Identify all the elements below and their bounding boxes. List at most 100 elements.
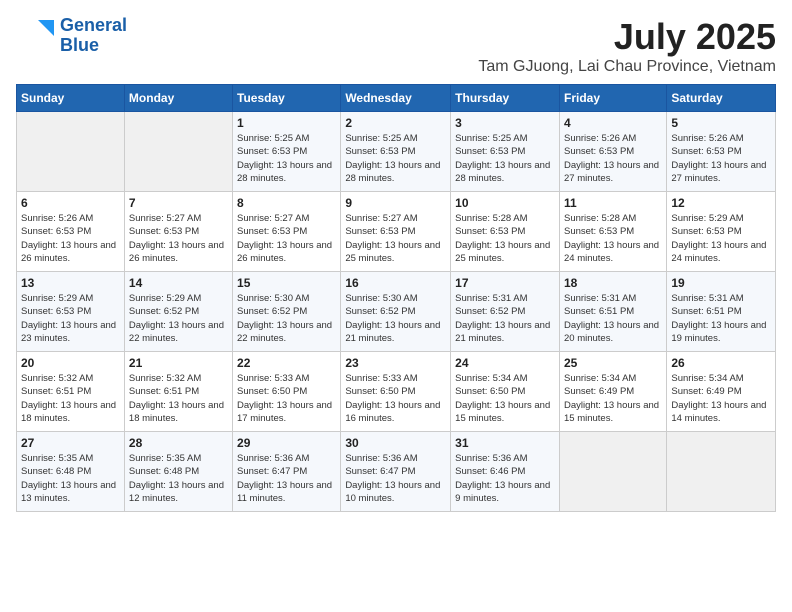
page-header: GeneralBlue July 2025 Tam GJuong, Lai Ch…: [16, 16, 776, 76]
calendar-body: 1 Sunrise: 5:25 AM Sunset: 6:53 PM Daylig…: [17, 112, 776, 512]
day-number: 17: [455, 276, 555, 290]
weekday-header-saturday: Saturday: [667, 85, 776, 112]
calendar-cell: [559, 432, 666, 512]
calendar-week-2: 6 Sunrise: 5:26 AM Sunset: 6:53 PM Daylig…: [17, 192, 776, 272]
day-info: Sunrise: 5:27 AM Sunset: 6:53 PM Dayligh…: [129, 212, 228, 265]
calendar-cell: 14 Sunrise: 5:29 AM Sunset: 6:52 PM Dayli…: [124, 272, 232, 352]
weekday-header-thursday: Thursday: [451, 85, 560, 112]
day-info: Sunrise: 5:29 AM Sunset: 6:53 PM Dayligh…: [671, 212, 771, 265]
day-info: Sunrise: 5:28 AM Sunset: 6:53 PM Dayligh…: [455, 212, 555, 265]
day-info: Sunrise: 5:31 AM Sunset: 6:52 PM Dayligh…: [455, 292, 555, 345]
calendar-cell: 17 Sunrise: 5:31 AM Sunset: 6:52 PM Dayli…: [451, 272, 560, 352]
calendar-cell: 26 Sunrise: 5:34 AM Sunset: 6:49 PM Dayli…: [667, 352, 776, 432]
calendar-cell: 30 Sunrise: 5:36 AM Sunset: 6:47 PM Dayli…: [341, 432, 451, 512]
day-info: Sunrise: 5:33 AM Sunset: 6:50 PM Dayligh…: [345, 372, 446, 425]
calendar-cell: 25 Sunrise: 5:34 AM Sunset: 6:49 PM Dayli…: [559, 352, 666, 432]
calendar-cell: 27 Sunrise: 5:35 AM Sunset: 6:48 PM Dayli…: [17, 432, 125, 512]
calendar-cell: 1 Sunrise: 5:25 AM Sunset: 6:53 PM Daylig…: [233, 112, 341, 192]
day-number: 27: [21, 436, 120, 450]
day-info: Sunrise: 5:28 AM Sunset: 6:53 PM Dayligh…: [564, 212, 662, 265]
logo-text: GeneralBlue: [60, 16, 127, 56]
day-number: 30: [345, 436, 446, 450]
calendar-cell: 19 Sunrise: 5:31 AM Sunset: 6:51 PM Dayli…: [667, 272, 776, 352]
calendar-cell: 13 Sunrise: 5:29 AM Sunset: 6:53 PM Dayli…: [17, 272, 125, 352]
calendar-table: SundayMondayTuesdayWednesdayThursdayFrid…: [16, 84, 776, 512]
logo-line1: General: [60, 16, 127, 36]
day-info: Sunrise: 5:36 AM Sunset: 6:46 PM Dayligh…: [455, 452, 555, 505]
calendar-cell: 12 Sunrise: 5:29 AM Sunset: 6:53 PM Dayli…: [667, 192, 776, 272]
day-number: 12: [671, 196, 771, 210]
day-number: 4: [564, 116, 662, 130]
day-info: Sunrise: 5:31 AM Sunset: 6:51 PM Dayligh…: [671, 292, 771, 345]
day-info: Sunrise: 5:35 AM Sunset: 6:48 PM Dayligh…: [129, 452, 228, 505]
location-subtitle: Tam GJuong, Lai Chau Province, Vietnam: [478, 58, 776, 76]
weekday-header-friday: Friday: [559, 85, 666, 112]
day-info: Sunrise: 5:30 AM Sunset: 6:52 PM Dayligh…: [237, 292, 336, 345]
day-number: 11: [564, 196, 662, 210]
day-number: 8: [237, 196, 336, 210]
day-info: Sunrise: 5:29 AM Sunset: 6:53 PM Dayligh…: [21, 292, 120, 345]
day-number: 14: [129, 276, 228, 290]
calendar-cell: 23 Sunrise: 5:33 AM Sunset: 6:50 PM Dayli…: [341, 352, 451, 432]
calendar-cell: 22Sunrise: 5:33 AM Sunset: 6:50 PM Dayli…: [233, 352, 341, 432]
calendar-cell: 29Sunrise: 5:36 AM Sunset: 6:47 PM Dayli…: [233, 432, 341, 512]
calendar-cell: 20Sunrise: 5:32 AM Sunset: 6:51 PM Dayli…: [17, 352, 125, 432]
day-number: 1: [237, 116, 336, 130]
weekday-header-tuesday: Tuesday: [233, 85, 341, 112]
logo-line2: Blue: [60, 36, 127, 56]
day-number: 19: [671, 276, 771, 290]
weekday-header-sunday: Sunday: [17, 85, 125, 112]
calendar-cell: 9 Sunrise: 5:27 AM Sunset: 6:53 PM Daylig…: [341, 192, 451, 272]
day-info: Sunrise: 5:35 AM Sunset: 6:48 PM Dayligh…: [21, 452, 120, 505]
calendar-cell: 6 Sunrise: 5:26 AM Sunset: 6:53 PM Daylig…: [17, 192, 125, 272]
day-info: Sunrise: 5:25 AM Sunset: 6:53 PM Dayligh…: [345, 132, 446, 185]
day-number: 5: [671, 116, 771, 130]
day-info: Sunrise: 5:26 AM Sunset: 6:53 PM Dayligh…: [21, 212, 120, 265]
day-info: Sunrise: 5:27 AM Sunset: 6:53 PM Dayligh…: [345, 212, 446, 265]
day-info: Sunrise: 5:25 AM Sunset: 6:53 PM Dayligh…: [455, 132, 555, 185]
calendar-cell: 28 Sunrise: 5:35 AM Sunset: 6:48 PM Dayli…: [124, 432, 232, 512]
calendar-cell: 7 Sunrise: 5:27 AM Sunset: 6:53 PM Daylig…: [124, 192, 232, 272]
calendar-cell: 16Sunrise: 5:30 AM Sunset: 6:52 PM Dayli…: [341, 272, 451, 352]
day-info: Sunrise: 5:29 AM Sunset: 6:52 PM Dayligh…: [129, 292, 228, 345]
day-number: 23: [345, 356, 446, 370]
day-number: 28: [129, 436, 228, 450]
calendar-cell: 21 Sunrise: 5:32 AM Sunset: 6:51 PM Dayli…: [124, 352, 232, 432]
calendar-cell: 31 Sunrise: 5:36 AM Sunset: 6:46 PM Dayli…: [451, 432, 560, 512]
day-info: Sunrise: 5:34 AM Sunset: 6:50 PM Dayligh…: [455, 372, 555, 425]
day-info: Sunrise: 5:30 AM Sunset: 6:52 PM Dayligh…: [345, 292, 446, 345]
calendar-cell: 24 Sunrise: 5:34 AM Sunset: 6:50 PM Dayli…: [451, 352, 560, 432]
day-number: 13: [21, 276, 120, 290]
day-info: Sunrise: 5:32 AM Sunset: 6:51 PM Dayligh…: [129, 372, 228, 425]
calendar-week-4: 20 Sunrise: 5:32 AM Sunset: 6:51 PM Dayli…: [17, 352, 776, 432]
weekday-header-row: SundayMondayTuesdayWednesdayThursdayFrid…: [17, 85, 776, 112]
calendar-cell: 2Sunrise: 5:25 AM Sunset: 6:53 PM Daylig…: [341, 112, 451, 192]
day-number: 20: [21, 356, 120, 370]
day-number: 10: [455, 196, 555, 210]
day-info: Sunrise: 5:34 AM Sunset: 6:49 PM Dayligh…: [564, 372, 662, 425]
day-number: 15: [237, 276, 336, 290]
day-number: 9: [345, 196, 446, 210]
day-number: 7: [129, 196, 228, 210]
day-number: 29: [237, 436, 336, 450]
day-info: Sunrise: 5:36 AM Sunset: 6:47 PM Dayligh…: [345, 452, 446, 505]
calendar-cell: 8Sunrise: 5:27 AM Sunset: 6:53 PM Daylig…: [233, 192, 341, 272]
day-number: 24: [455, 356, 555, 370]
month-year-title: July 2025: [478, 16, 776, 58]
calendar-week-5: 27 Sunrise: 5:35 AM Sunset: 6:48 PM Dayli…: [17, 432, 776, 512]
day-info: Sunrise: 5:25 AM Sunset: 6:53 PM Dayligh…: [237, 132, 336, 185]
day-number: 25: [564, 356, 662, 370]
day-number: 21: [129, 356, 228, 370]
day-info: Sunrise: 5:26 AM Sunset: 6:53 PM Dayligh…: [564, 132, 662, 185]
weekday-header-monday: Monday: [124, 85, 232, 112]
weekday-header-wednesday: Wednesday: [341, 85, 451, 112]
day-number: 31: [455, 436, 555, 450]
day-info: Sunrise: 5:34 AM Sunset: 6:49 PM Dayligh…: [671, 372, 771, 425]
day-number: 6: [21, 196, 120, 210]
day-number: 18: [564, 276, 662, 290]
day-number: 3: [455, 116, 555, 130]
day-number: 26: [671, 356, 771, 370]
calendar-week-3: 13 Sunrise: 5:29 AM Sunset: 6:53 PM Dayli…: [17, 272, 776, 352]
calendar-cell: 5Sunrise: 5:26 AM Sunset: 6:53 PM Daylig…: [667, 112, 776, 192]
calendar-cell: [124, 112, 232, 192]
